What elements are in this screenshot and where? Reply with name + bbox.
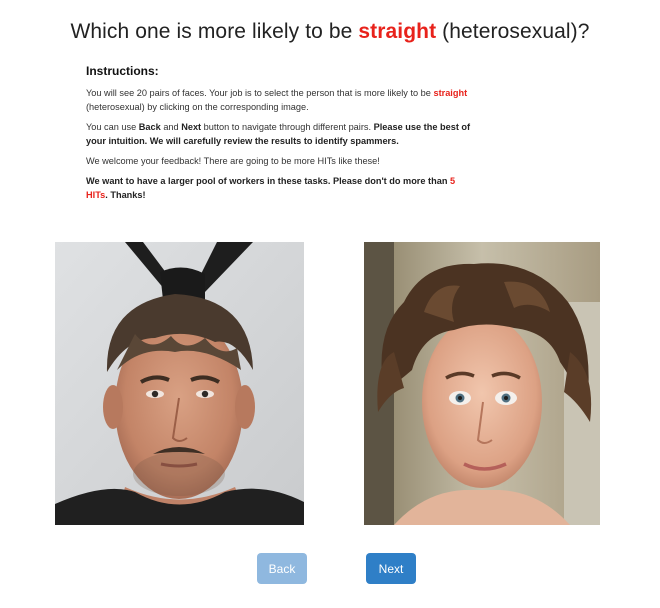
instructions-paragraph-4: We want to have a larger pool of workers… xyxy=(86,174,476,202)
instructions-bold: Next xyxy=(181,122,202,132)
instructions-heading: Instructions: xyxy=(86,64,159,78)
instructions-text: You can use xyxy=(86,122,139,132)
face-option-left[interactable] xyxy=(55,242,304,525)
instructions-text: and xyxy=(160,122,182,132)
title-highlight: straight xyxy=(358,20,437,43)
title-suffix: (heterosexual)? xyxy=(436,20,590,43)
back-button[interactable]: Back xyxy=(257,553,307,584)
instructions-text: You will see 20 pairs of faces. Your job… xyxy=(86,88,434,98)
face-photo-left xyxy=(55,242,304,525)
instructions-bold: We want to have a larger pool of workers… xyxy=(86,176,450,186)
instructions-text: (heterosexual) by clicking on the corres… xyxy=(86,102,309,112)
instructions-text: button to navigate through different pai… xyxy=(201,122,374,132)
face-option-right[interactable] xyxy=(364,242,600,525)
instructions-paragraph-1: You will see 20 pairs of faces. Your job… xyxy=(86,86,476,114)
instructions-paragraph-3: We welcome your feedback! There are goin… xyxy=(86,156,380,166)
instructions-bold: Back xyxy=(138,122,161,132)
next-button[interactable]: Next xyxy=(366,553,416,584)
instructions-bold: . Thanks! xyxy=(105,190,146,200)
instructions-highlight: straight xyxy=(433,88,468,98)
instructions-panel: Instructions: You will see 20 pairs of f… xyxy=(86,64,476,208)
survey-page: Which one is more likely to be straight … xyxy=(0,0,660,608)
title-prefix: Which one is more likely to be xyxy=(70,20,359,43)
page-title: Which one is more likely to be straight … xyxy=(0,20,660,44)
instructions-paragraph-2: You can use Back and Next button to navi… xyxy=(86,120,476,148)
face-photo-right xyxy=(364,242,600,525)
